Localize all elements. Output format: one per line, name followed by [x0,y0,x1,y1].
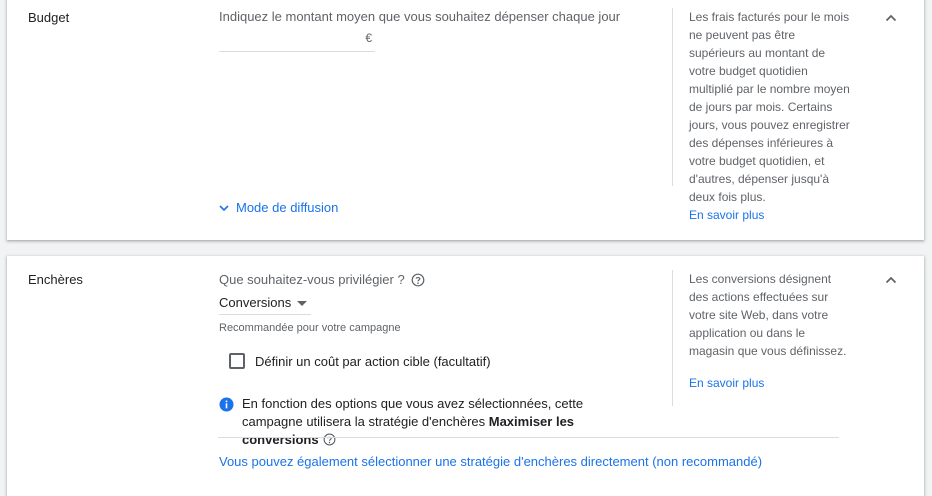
bids-help-note: Les conversions désignent des actions ef… [672,270,852,406]
target-cpa-checkbox[interactable] [229,353,245,369]
budget-help-note: Les frais facturés pour le mois ne peuve… [672,8,852,222]
budget-amount-input[interactable]: € [219,26,375,52]
bids-question-label: Que souhaitez-vous privilégier ? [219,272,405,287]
budget-help-text: Les frais facturés pour le mois ne peuve… [689,10,850,204]
budget-prompt: Indiquez le montant moyen que vous souha… [219,9,621,24]
delivery-mode-toggle[interactable]: Mode de diffusion [217,200,338,215]
select-strategy-directly-link[interactable]: Vous pouvez également sélectionner une s… [219,454,762,469]
bids-card: Enchères Que souhaitez-vous privilégier … [7,256,924,496]
chevron-up-icon[interactable] [883,272,899,288]
budget-section-title: Budget [28,10,70,25]
bids-question: Que souhaitez-vous privilégier ? [219,272,425,287]
help-icon[interactable] [411,273,425,287]
delivery-mode-label: Mode de diffusion [236,200,339,215]
bids-section-title: Enchères [28,272,83,287]
recommended-hint: Recommandée pour votre campagne [219,322,401,334]
info-icon [219,397,234,412]
target-cpa-option[interactable]: Définir un coût par action cible (facult… [229,353,491,369]
budget-learn-more-link[interactable]: En savoir plus [689,206,852,224]
bids-focus-select[interactable]: Conversions [219,291,311,315]
chevron-down-icon [219,204,229,211]
bids-focus-value: Conversions [219,295,292,310]
target-cpa-label: Définir un coût par action cible (facult… [255,353,491,369]
strategy-info-text: En fonction des options que vous avez sé… [242,395,639,449]
dropdown-arrow-icon [297,300,308,306]
help-icon[interactable] [323,433,336,446]
divider [218,437,839,438]
budget-card: Budget Indiquez le montant moyen que vou… [7,0,924,240]
chevron-up-icon[interactable] [883,10,899,26]
bids-help-text: Les conversions désignent des actions ef… [689,272,847,358]
currency-symbol: € [365,31,372,45]
strategy-info: En fonction des options que vous avez sé… [219,395,639,449]
bids-learn-more-link[interactable]: En savoir plus [689,374,852,392]
